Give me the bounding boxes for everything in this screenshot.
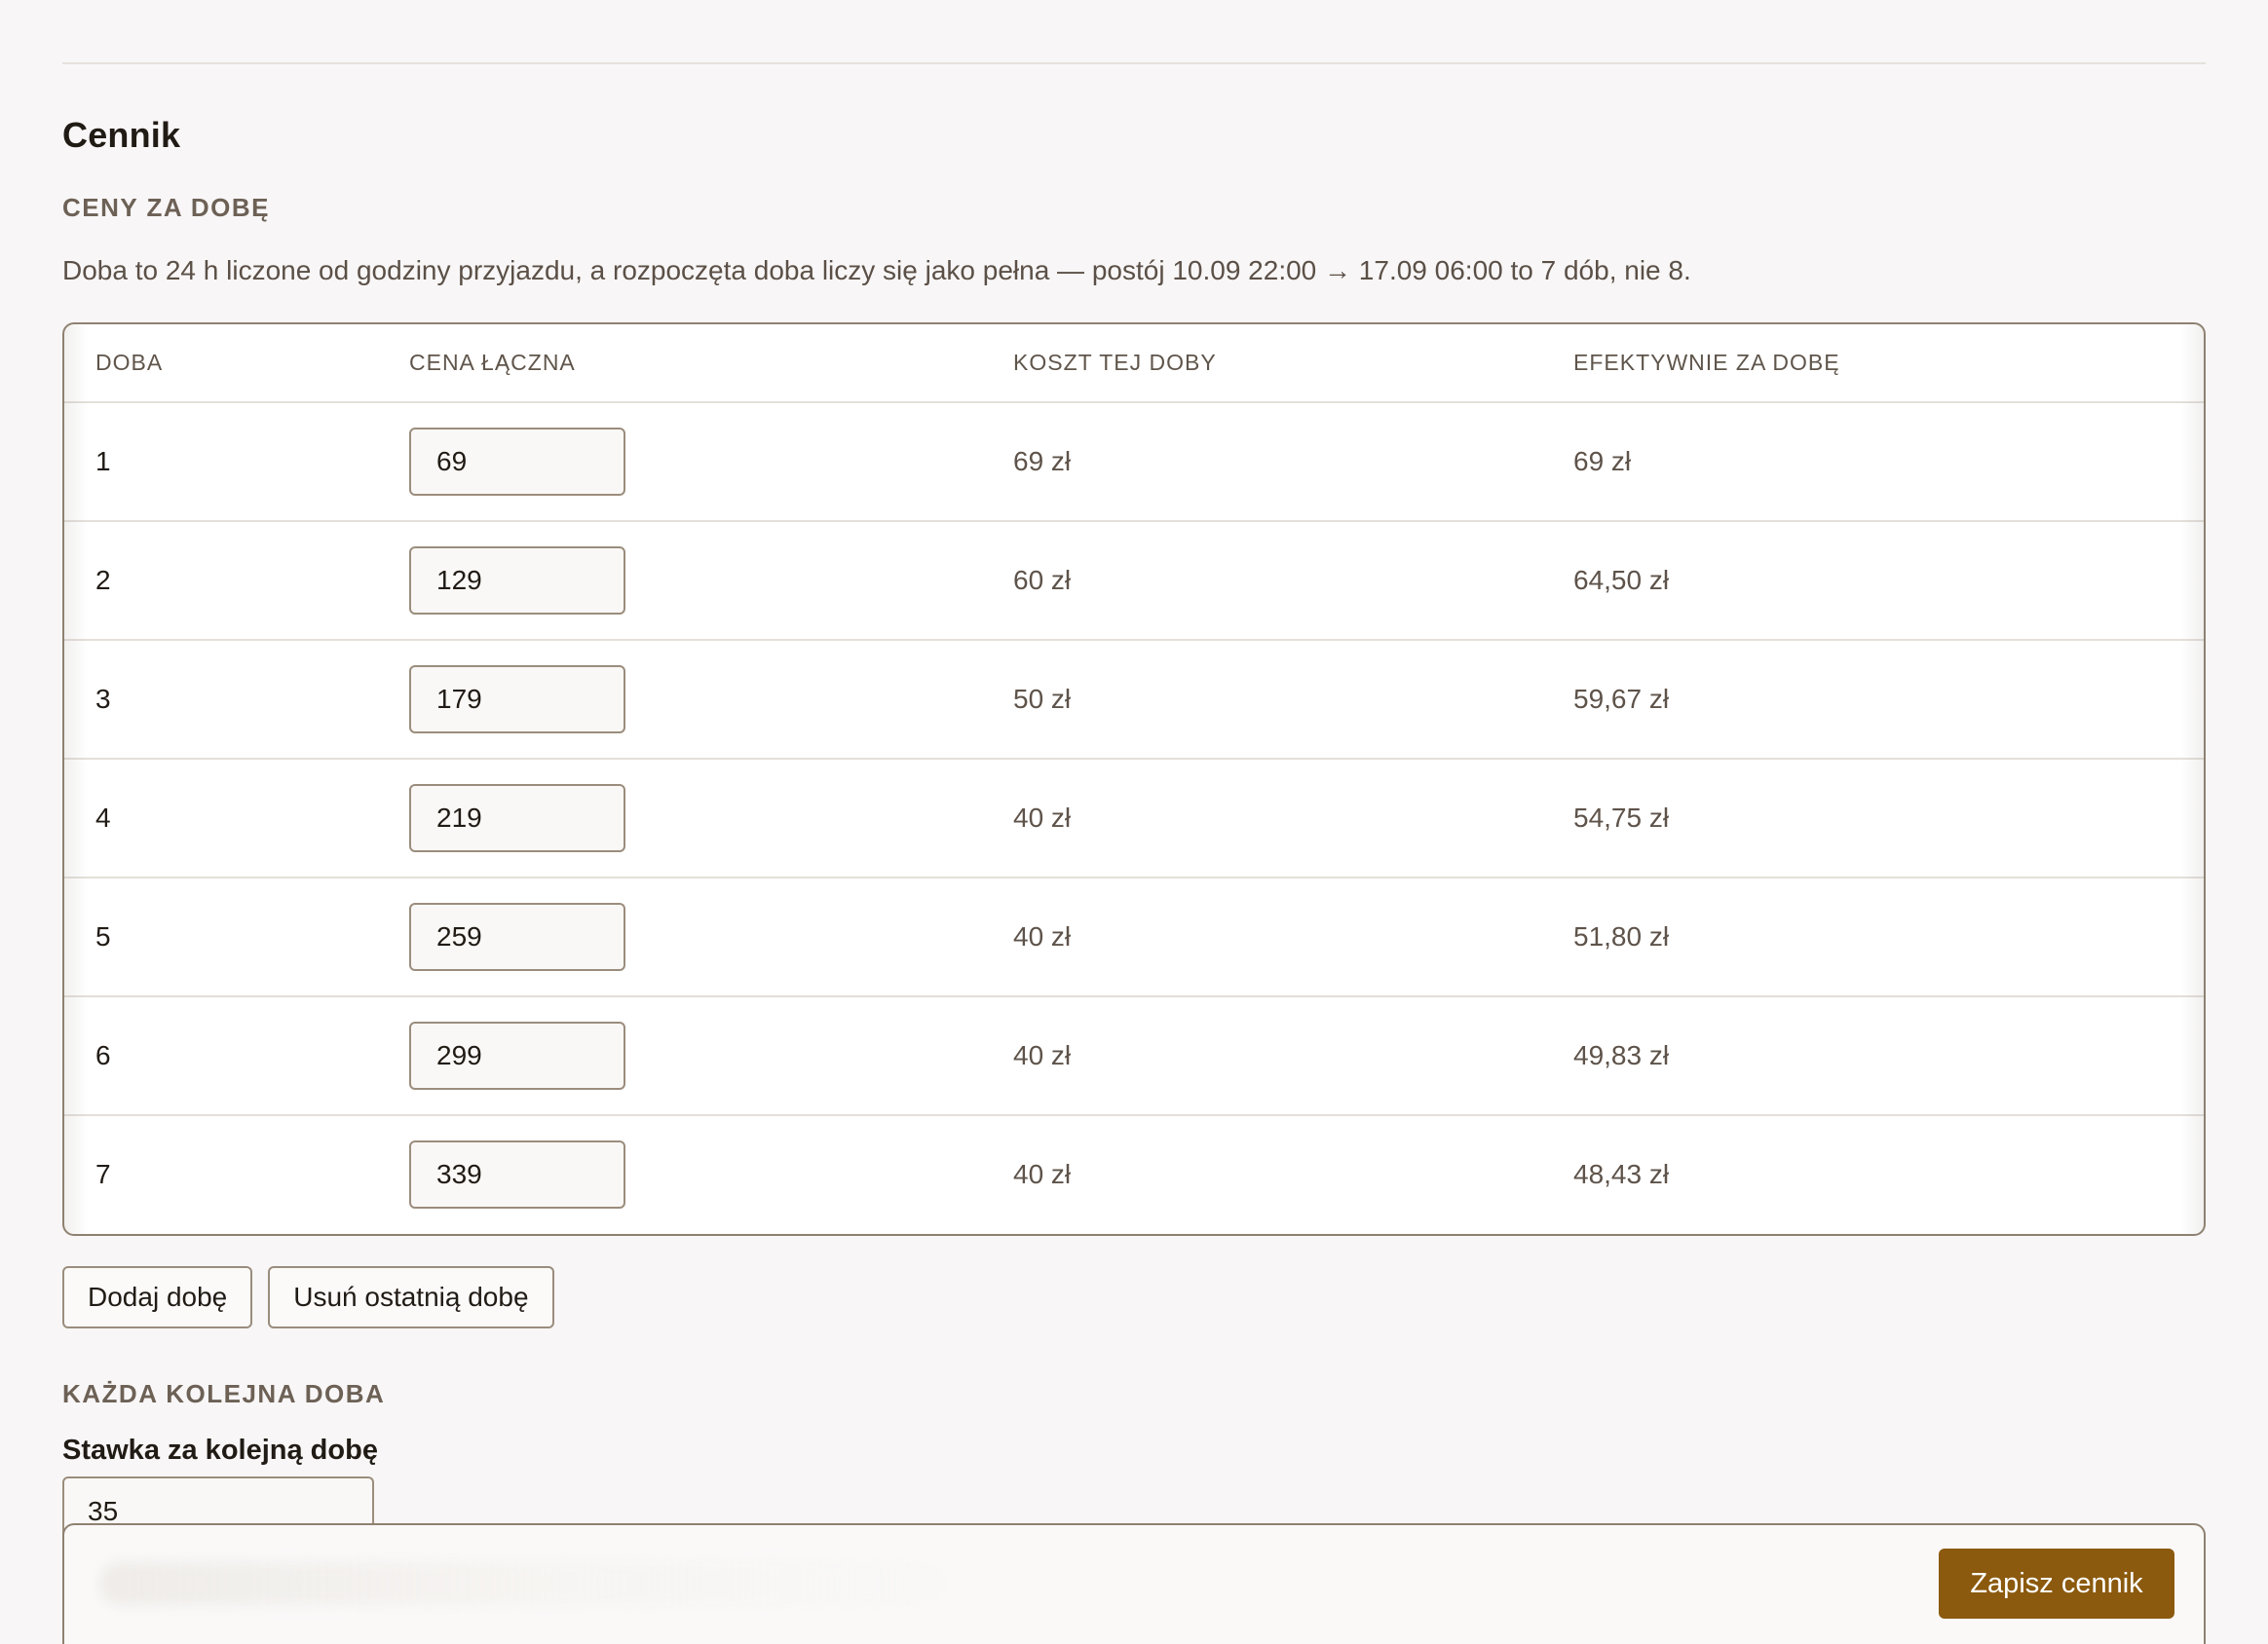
header-day: DOBA <box>64 324 409 403</box>
day-number: 6 <box>64 996 409 1116</box>
total-price-input[interactable]: 69 <box>409 428 625 496</box>
effective-per-day: 59,67 zł <box>1573 640 2204 760</box>
effective-per-day: 64,50 zł <box>1573 521 2204 641</box>
table-actions: Dodaj dobę Usuń ostatnią dobę <box>62 1266 554 1328</box>
day-cost: 40 zł <box>1013 1159 1072 1189</box>
table-header-row: DOBA CENA ŁĄCZNA KOSZT TEJ DOBY EFEKTYWN… <box>64 324 2204 403</box>
header-effective: EFEKTYWNIE ZA DOBĘ <box>1573 324 2204 403</box>
table-row: 1 69 69 zł 69 zł <box>64 402 2204 522</box>
table-row: 4 219 40 zł 54,75 zł <box>64 759 2204 878</box>
day-cost: 40 zł <box>1013 996 1573 1116</box>
day-number: 4 <box>64 759 409 878</box>
table-row: 2 129 60 zł 64,50 zł <box>64 521 2204 641</box>
header-day-cost: KOSZT TEJ DOBY <box>1013 324 1573 403</box>
section-title: Cennik <box>62 115 181 155</box>
next-day-rate-label: Stawka za kolejną dobę <box>62 1435 378 1466</box>
total-price-input[interactable]: 339 <box>409 1140 625 1209</box>
save-pricing-button[interactable]: Zapisz cennik <box>1939 1549 2174 1619</box>
day-number: 3 <box>64 640 409 760</box>
effective-per-day: 48,43 zł <box>1573 1159 1670 1189</box>
remove-last-day-button[interactable]: Usuń ostatnią dobę <box>268 1266 554 1328</box>
effective-per-day: 54,75 zł <box>1573 759 2204 878</box>
pricing-description: Doba to 24 h liczone od godziny przyjazd… <box>62 255 1691 285</box>
table-row: 5 259 40 zł 51,80 zł <box>64 878 2204 997</box>
day-cost: 60 zł <box>1013 521 1573 641</box>
total-price-input[interactable]: 129 <box>409 546 625 615</box>
pricing-table: DOBA CENA ŁĄCZNA KOSZT TEJ DOBY EFEKTYWN… <box>62 322 2206 1236</box>
day-number: 2 <box>64 521 409 641</box>
day-cost: 40 zł <box>1013 878 1573 997</box>
total-price-input[interactable]: 219 <box>409 784 625 852</box>
total-price-input[interactable]: 179 <box>409 665 625 733</box>
effective-per-day: 51,80 zł <box>1573 878 2204 997</box>
blurred-status-text <box>99 1562 947 1605</box>
day-number: 1 <box>64 402 409 522</box>
day-number: 7 <box>95 1159 111 1189</box>
table-row: 7 339 40 zł 48,43 zł <box>64 1115 2204 1233</box>
effective-per-day: 69 zł <box>1573 402 2204 522</box>
add-day-button[interactable]: Dodaj dobę <box>62 1266 253 1328</box>
day-cost: 40 zł <box>1013 759 1573 878</box>
header-total-price: CENA ŁĄCZNA <box>409 324 1013 403</box>
total-price-input[interactable]: 259 <box>409 903 625 971</box>
save-bar: Zapisz cennik <box>62 1523 2206 1644</box>
effective-per-day: 49,83 zł <box>1573 996 2204 1116</box>
table-row: 6 299 40 zł 49,83 zł <box>64 996 2204 1116</box>
day-cost: 50 zł <box>1013 640 1573 760</box>
daily-prices-heading: CENY ZA DOBĘ <box>62 193 271 222</box>
next-day-heading: KAŻDA KOLEJNA DOBA <box>62 1379 386 1408</box>
table-row: 3 179 50 zł 59,67 zł <box>64 640 2204 760</box>
top-divider <box>62 62 2206 64</box>
day-cost: 69 zł <box>1013 402 1573 522</box>
total-price-input[interactable]: 299 <box>409 1022 625 1090</box>
day-number: 5 <box>64 878 409 997</box>
